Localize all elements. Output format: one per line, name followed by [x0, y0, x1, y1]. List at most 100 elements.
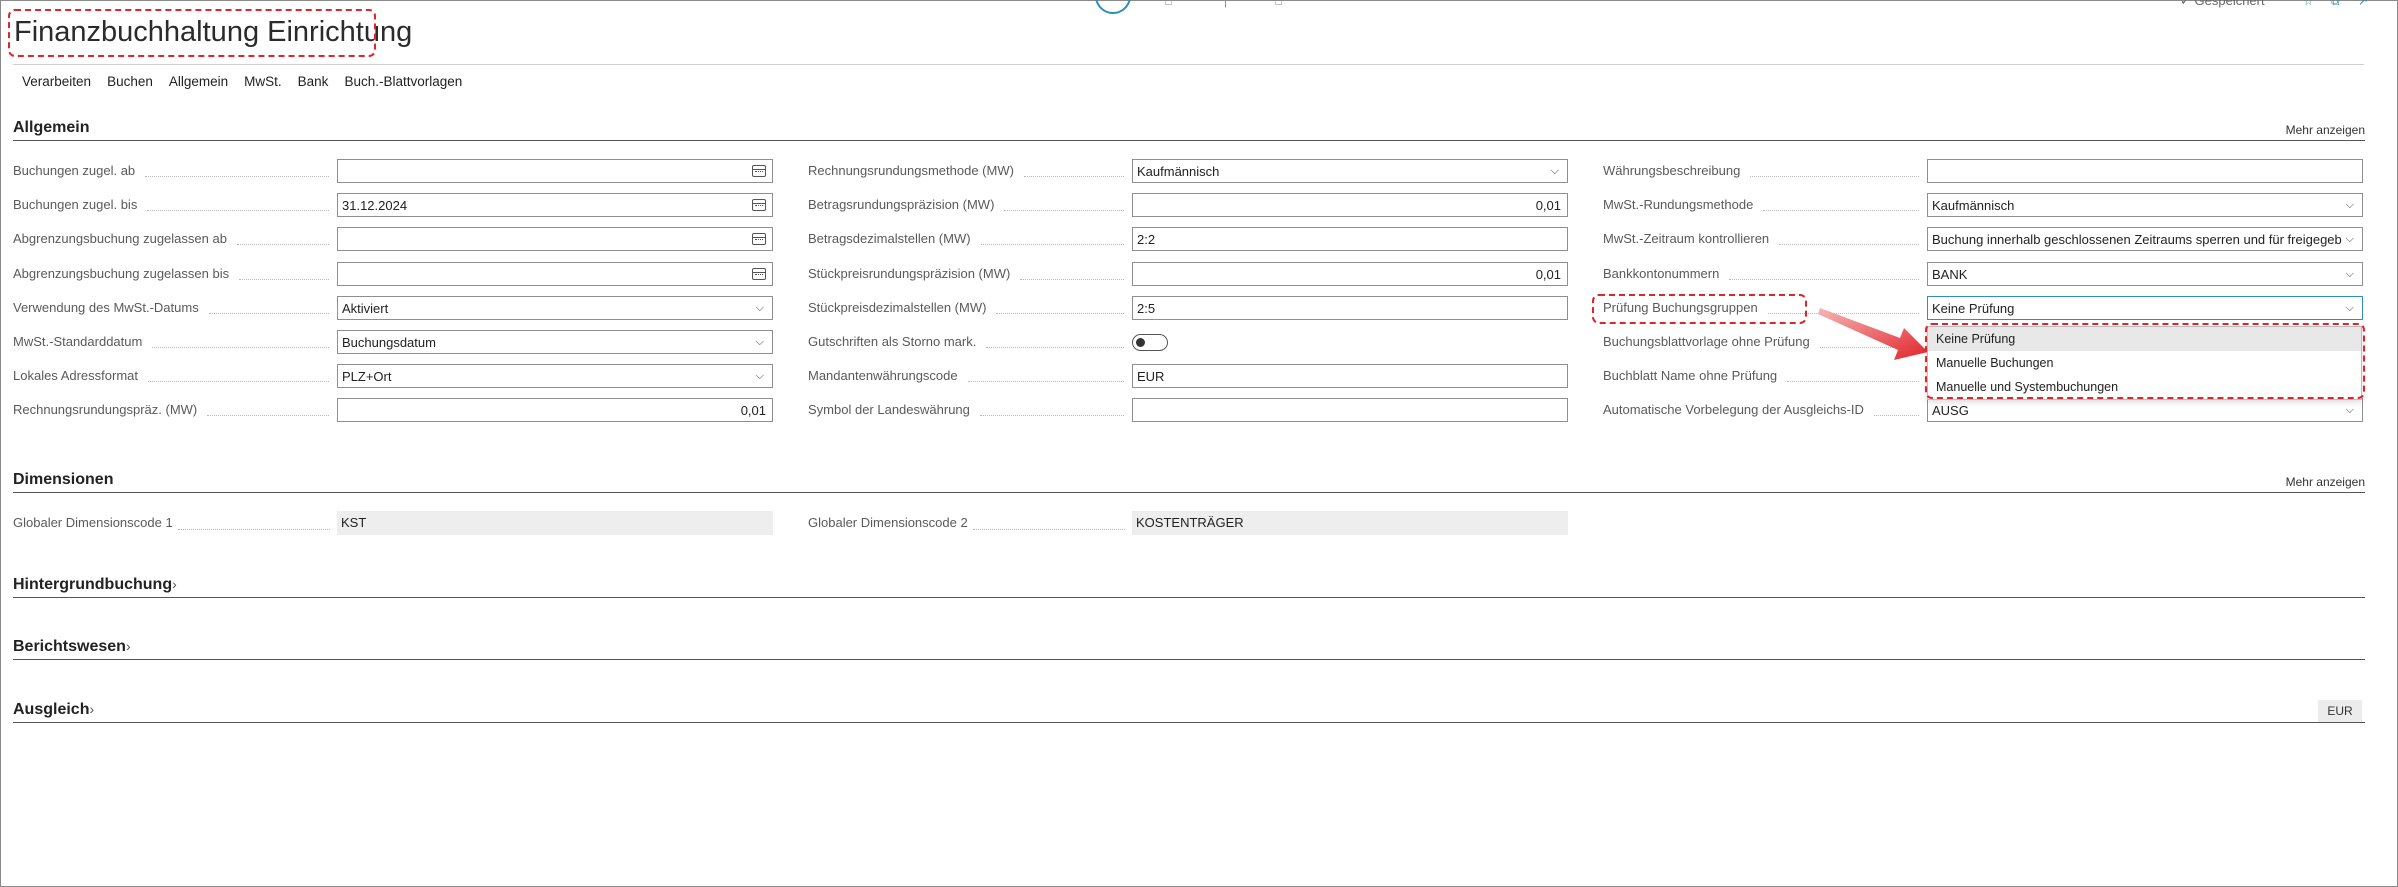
field-label: Rechnungsrundungspräz. (MW): [13, 402, 198, 417]
title-annotation-box: [8, 9, 376, 57]
date-field[interactable]: 31.12.2024: [337, 193, 773, 217]
ausgleich-label: Ausgleich: [13, 701, 90, 718]
chevron-down-icon[interactable]: ⌵: [2346, 268, 2354, 281]
date-field[interactable]: [337, 262, 773, 286]
open-new-window-icon[interactable]: ⧉: [2331, 0, 2340, 9]
field-leader-dots: [980, 415, 1124, 416]
allgemein-show-more[interactable]: Mehr anzeigen: [2286, 123, 2365, 137]
field-leader-dots: [1004, 210, 1124, 211]
ausgleich-currency-badge: EUR: [2318, 700, 2362, 722]
input-field[interactable]: 2:2: [1132, 227, 1568, 251]
chevron-down-icon[interactable]: ⌵: [1551, 165, 1559, 178]
bookmark-icon[interactable]: ☆: [2303, 0, 2314, 8]
field-label: MwSt.-Rundungsmethode: [1603, 197, 1754, 212]
select-field[interactable]: Buchung innerhalb geschlossenen Zeitraum…: [1927, 227, 2363, 251]
storno-toggle[interactable]: [1132, 334, 1168, 351]
select-field[interactable]: Buchungsdatum ⌵: [337, 330, 773, 354]
field-leader-dots: [1779, 244, 1919, 245]
field-leader-dots: [968, 381, 1124, 382]
dim1-label: Globaler Dimensionscode 1: [13, 515, 173, 530]
date-field[interactable]: [337, 159, 773, 183]
input-field[interactable]: 0,01: [1132, 262, 1568, 286]
action-verarbeiten[interactable]: Verarbeiten: [22, 74, 91, 89]
berichtswesen-divider: [13, 659, 2365, 660]
chevron-down-icon[interactable]: ⌵: [756, 370, 764, 383]
field-leader-dots: [152, 347, 329, 348]
select-field[interactable]: Kaufmännisch ⌵: [1927, 193, 2363, 217]
field-label: Stückpreisrundungspräzision (MW): [808, 266, 1011, 281]
chevron-down-icon[interactable]: ⌵: [2346, 233, 2354, 246]
input-field[interactable]: EUR: [1132, 364, 1568, 388]
field-value: 2:2: [1137, 232, 1156, 247]
chevron-down-icon[interactable]: ⌵: [2346, 302, 2354, 315]
calendar-icon[interactable]: [752, 199, 766, 211]
field-label: Buchungsblattvorlage ohne Prüfung: [1603, 334, 1810, 349]
dim2-dots: [973, 529, 1125, 530]
field-leader-dots: [147, 210, 329, 211]
field-leader-dots: [986, 347, 1124, 348]
field-leader-dots: [996, 313, 1124, 314]
field-leader-dots: [1729, 279, 1919, 280]
annotation-arrow-icon: [1818, 308, 1928, 360]
chevron-down-icon[interactable]: ⌵: [2346, 404, 2354, 417]
field-value: Keine Prüfung: [1932, 301, 2015, 316]
select-field[interactable]: PLZ+Ort ⌵: [337, 364, 773, 388]
field-leader-dots: [237, 244, 329, 245]
action-mwst[interactable]: MwSt.: [244, 74, 282, 89]
section-hintergrundbuchung[interactable]: Hintergrundbuchung›: [13, 576, 177, 594]
action-bank[interactable]: Bank: [298, 74, 329, 89]
calendar-icon[interactable]: [752, 268, 766, 280]
section-dimensionen-title[interactable]: Dimensionen: [13, 471, 113, 489]
field-value: Kaufmännisch: [1137, 164, 1220, 179]
collapse-icon[interactable]: ↗: [2358, 0, 2368, 8]
field-label: Verwendung des MwSt.-Datums: [13, 300, 199, 315]
field-value: 0,01: [1535, 267, 1561, 282]
field-label: Buchungen zugel. ab: [13, 163, 136, 178]
chevron-down-icon[interactable]: ⌵: [2346, 199, 2354, 212]
chevron-down-icon[interactable]: ⌵: [756, 336, 764, 349]
field-label: Betragsrundungspräzision (MW): [808, 197, 995, 212]
section-berichtswesen[interactable]: Berichtswesen›: [13, 638, 131, 656]
input-field[interactable]: [1132, 398, 1568, 422]
section-allgemein-title[interactable]: Allgemein: [13, 119, 89, 137]
select-field[interactable]: AUSG ⌵: [1927, 398, 2363, 422]
select-field[interactable]: Aktiviert ⌵: [337, 296, 773, 320]
field-label: Abgrenzungsbuchung zugelassen ab: [13, 231, 227, 246]
section-ausgleich[interactable]: Ausgleich›: [13, 701, 94, 719]
field-label: Stückpreisdezimalstellen (MW): [808, 300, 987, 315]
dimensionen-show-more[interactable]: Mehr anzeigen: [2286, 475, 2365, 489]
hintergrundbuchung-label: Hintergrundbuchung: [13, 576, 173, 593]
app-window: [0, 0, 2398, 887]
field-label: MwSt.-Standarddatum: [13, 334, 143, 349]
input-field[interactable]: 0,01: [1132, 193, 1568, 217]
input-field[interactable]: 2:5: [1132, 296, 1568, 320]
select-field[interactable]: Keine Prüfung ⌵: [1927, 296, 2363, 320]
input-field[interactable]: [1927, 159, 2363, 183]
ausgleich-divider: [13, 722, 2365, 723]
dim2-label: Globaler Dimensionscode 2: [808, 515, 968, 530]
field-value: 2:5: [1137, 301, 1156, 316]
input-field[interactable]: 0,01: [337, 398, 773, 422]
field-leader-dots: [209, 313, 329, 314]
calendar-icon[interactable]: [752, 233, 766, 245]
field-leader-dots: [148, 381, 329, 382]
select-field[interactable]: BANK ⌵: [1927, 262, 2363, 286]
berichtswesen-label: Berichtswesen: [13, 638, 126, 655]
share-icon[interactable]: ⎕: [1165, 0, 1172, 9]
select-field[interactable]: Kaufmännisch ⌵: [1132, 159, 1568, 183]
toggle-knob: [1136, 338, 1145, 347]
chevron-down-icon[interactable]: ⌵: [756, 302, 764, 315]
delete-icon[interactable]: ⎕: [1275, 0, 1282, 9]
calendar-icon[interactable]: [752, 165, 766, 177]
date-field[interactable]: [337, 227, 773, 251]
action-buchen[interactable]: Buchen: [107, 74, 153, 89]
field-leader-dots: [1020, 279, 1124, 280]
action-allgemein[interactable]: Allgemein: [169, 74, 228, 89]
field-value: Aktiviert: [342, 301, 389, 316]
dim2-value: KOSTENTRÄGER: [1132, 511, 1568, 535]
action-buchblattvorlagen[interactable]: Buch.-Blattvorlagen: [344, 74, 462, 89]
field-value: Buchungsdatum: [342, 335, 436, 350]
new-icon[interactable]: |: [1224, 0, 1227, 8]
field-label: Mandantenwährungscode: [808, 368, 958, 383]
field-label: Rechnungsrundungsmethode (MW): [808, 163, 1014, 178]
